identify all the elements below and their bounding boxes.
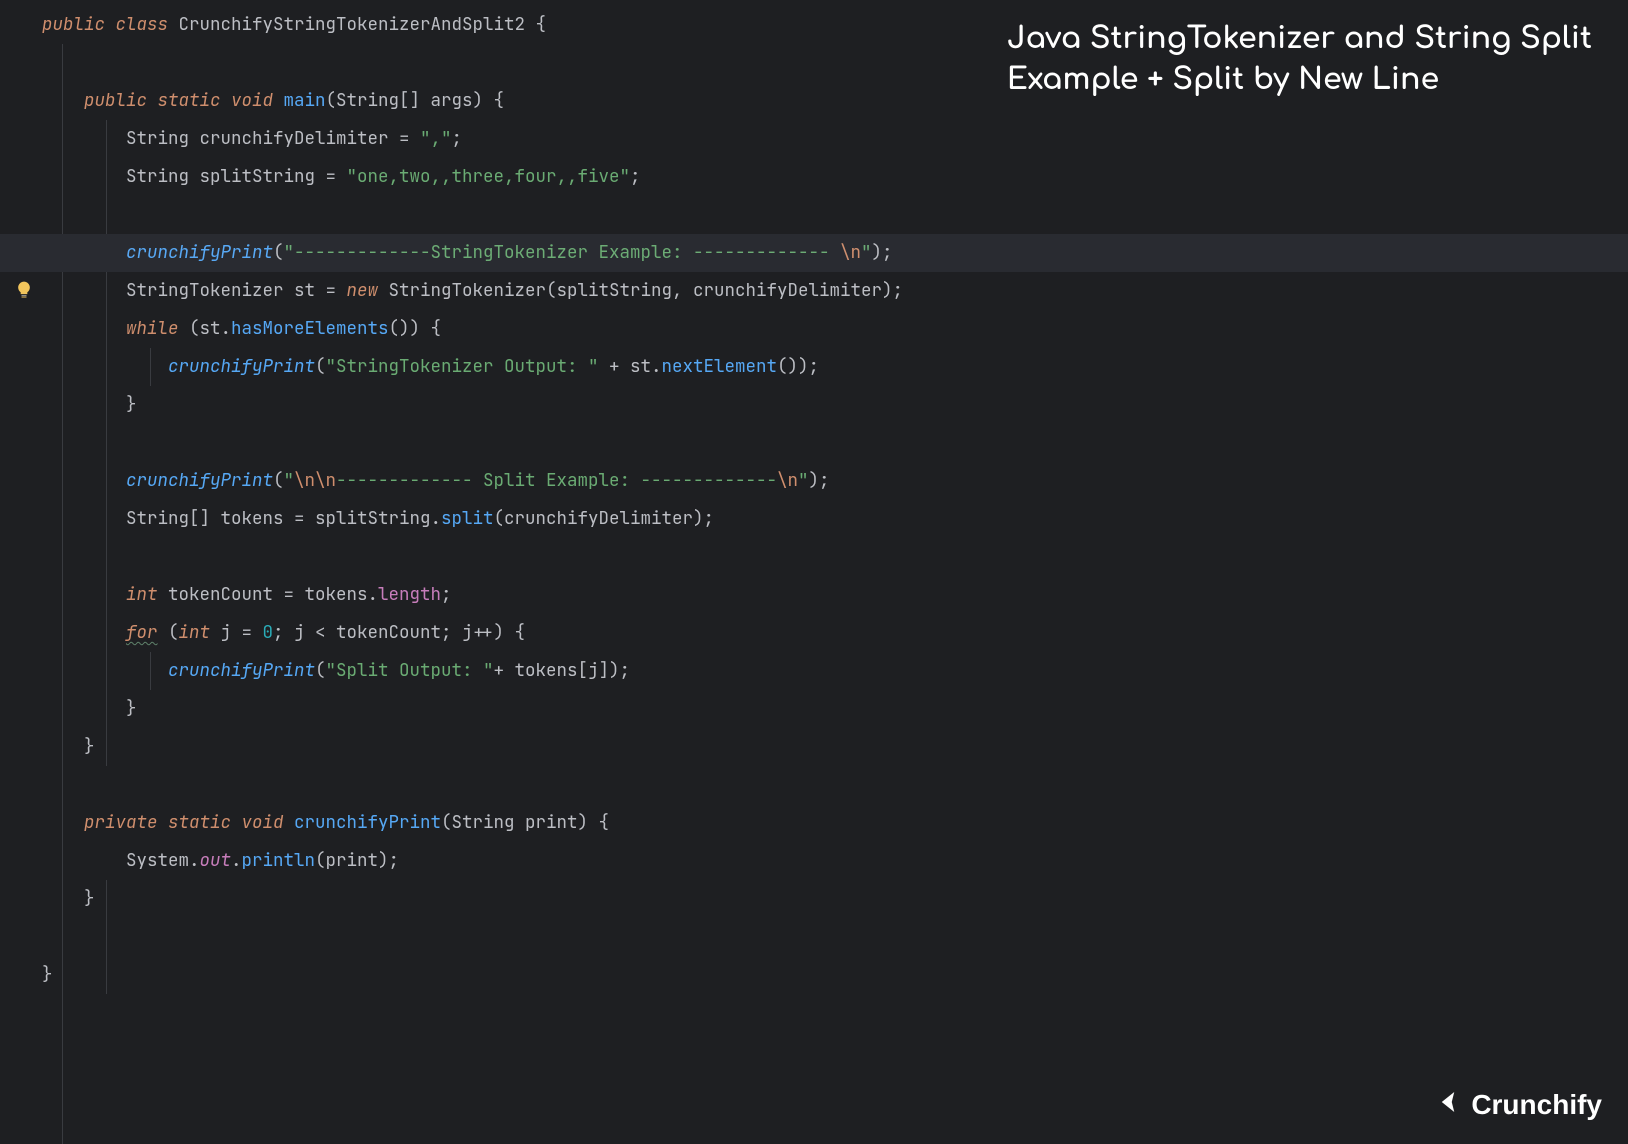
code-editor: public class CrunchifyStringTokenizerAnd… <box>0 6 1628 994</box>
methoddef-crunchifyprint: crunchifyPrint <box>294 814 441 832</box>
call-split: split <box>441 510 494 528</box>
var-j: j <box>588 662 599 680</box>
var-j: j <box>221 624 232 642</box>
var-splitstring: splitString <box>200 168 316 186</box>
code-line: for (int j = 0; j < tokenCount; j++) { <box>0 614 1628 652</box>
var-j: j <box>462 624 473 642</box>
kw-while: while <box>126 320 179 338</box>
ctor-stringtokenizer: StringTokenizer <box>389 282 547 300</box>
call-println: println <box>242 852 316 870</box>
str-header1: "-------------StringTokenizer Example: -… <box>284 244 872 262</box>
str-output2: "Split Output: " <box>326 662 494 680</box>
code-line: while (st.hasMoreElements()) { <box>0 310 1628 348</box>
code-line: String[] tokens = splitString.split(crun… <box>0 500 1628 538</box>
var-tokens: tokens <box>515 662 578 680</box>
overlay-title-line1: Java StringTokenizer and String Split <box>1007 20 1592 61</box>
code-line: } <box>0 690 1628 728</box>
var-tokens: tokens <box>221 510 284 528</box>
code-line: String crunchifyDelimiter = ","; <box>0 120 1628 158</box>
code-line: crunchifyPrint("Split Output: "+ tokens[… <box>0 652 1628 690</box>
var-tokens: tokens <box>305 586 368 604</box>
arg-delimiter: crunchifyDelimiter <box>693 282 882 300</box>
kw-public: public <box>84 92 147 110</box>
str-delimiter: "," <box>420 130 452 148</box>
type-string: String <box>452 814 515 832</box>
kw-private: private <box>84 814 158 832</box>
str-output1: "StringTokenizer Output: " <box>326 358 599 376</box>
brand-name: Crunchify <box>1471 1090 1602 1119</box>
field-length: length <box>378 586 441 604</box>
code-line: int tokenCount = tokens.length; <box>0 576 1628 614</box>
kw-static: static <box>168 814 231 832</box>
str-splitstring: "one,two,,three,four,,five" <box>347 168 631 186</box>
code-line <box>0 766 1628 804</box>
var-splitstring: splitString <box>315 510 431 528</box>
overlay-title-line2: Example + Split by New Line <box>1007 61 1592 102</box>
call-crunchifyprint: crunchifyPrint <box>168 358 315 376</box>
code-line: crunchifyPrint("\n\n------------- Split … <box>0 462 1628 500</box>
overlay-title: Java StringTokenizer and String Split Ex… <box>1007 20 1592 101</box>
kw-void: void <box>231 92 273 110</box>
type-stringtokenizer: StringTokenizer <box>126 282 284 300</box>
num-zero: 0 <box>263 624 274 642</box>
call-crunchifyprint: crunchifyPrint <box>168 662 315 680</box>
code-line: StringTokenizer st = new StringTokenizer… <box>0 272 1628 310</box>
str-header2: "\n\n------------- Split Example: ------… <box>284 472 809 490</box>
method-main: main <box>284 92 326 110</box>
call-crunchifyprint: crunchifyPrint <box>126 472 273 490</box>
code-line: String splitString = "one,two,,three,fou… <box>0 158 1628 196</box>
param-args: args <box>431 92 473 110</box>
code-line: } <box>0 728 1628 766</box>
code-line: } <box>0 386 1628 424</box>
kw-class: class <box>116 16 169 34</box>
var-tokencount: tokenCount <box>336 624 441 642</box>
code-line-highlighted: crunchifyPrint("-------------StringToken… <box>0 234 1628 272</box>
param-print: print <box>525 814 578 832</box>
var-st: st <box>630 358 651 376</box>
call-hasmoreelements: hasMoreElements <box>231 320 389 338</box>
type-string: String <box>126 168 189 186</box>
kw-void: void <box>242 814 284 832</box>
kw-int: int <box>126 586 158 604</box>
arg-print: print <box>326 852 379 870</box>
var-st: st <box>200 320 221 338</box>
code-line: } <box>0 880 1628 918</box>
var-st: st <box>294 282 315 300</box>
var-tokencount: tokenCount <box>168 586 273 604</box>
type-string: String <box>126 130 189 148</box>
class-name: CrunchifyStringTokenizerAndSplit2 <box>179 16 526 34</box>
kw-static: static <box>158 92 221 110</box>
kw-public: public <box>42 16 105 34</box>
code-line <box>0 538 1628 576</box>
type-string: String <box>336 92 399 110</box>
brand-watermark: Crunchify <box>1433 1087 1602 1122</box>
call-crunchifyprint: crunchifyPrint <box>126 244 273 262</box>
kw-for: for <box>126 624 158 642</box>
lightbulb-icon[interactable] <box>14 243 34 263</box>
kw-int: int <box>179 624 211 642</box>
arg-splitstring: splitString <box>557 282 673 300</box>
code-line <box>0 918 1628 956</box>
class-system: System <box>126 852 189 870</box>
type-string: String <box>126 510 189 528</box>
field-out: out <box>200 852 232 870</box>
var-delimiter: crunchifyDelimiter <box>200 130 389 148</box>
code-line <box>0 196 1628 234</box>
code-line: System.out.println(print); <box>0 842 1628 880</box>
arg-delimiter: crunchifyDelimiter <box>504 510 693 528</box>
code-line: } <box>0 956 1628 994</box>
code-line <box>0 424 1628 462</box>
code-line: private static void crunchifyPrint(Strin… <box>0 804 1628 842</box>
brand-logo-icon <box>1433 1087 1463 1122</box>
kw-new: new <box>347 282 379 300</box>
var-j: j <box>294 624 305 642</box>
code-line: crunchifyPrint("StringTokenizer Output: … <box>0 348 1628 386</box>
call-nextelement: nextElement <box>662 358 778 376</box>
